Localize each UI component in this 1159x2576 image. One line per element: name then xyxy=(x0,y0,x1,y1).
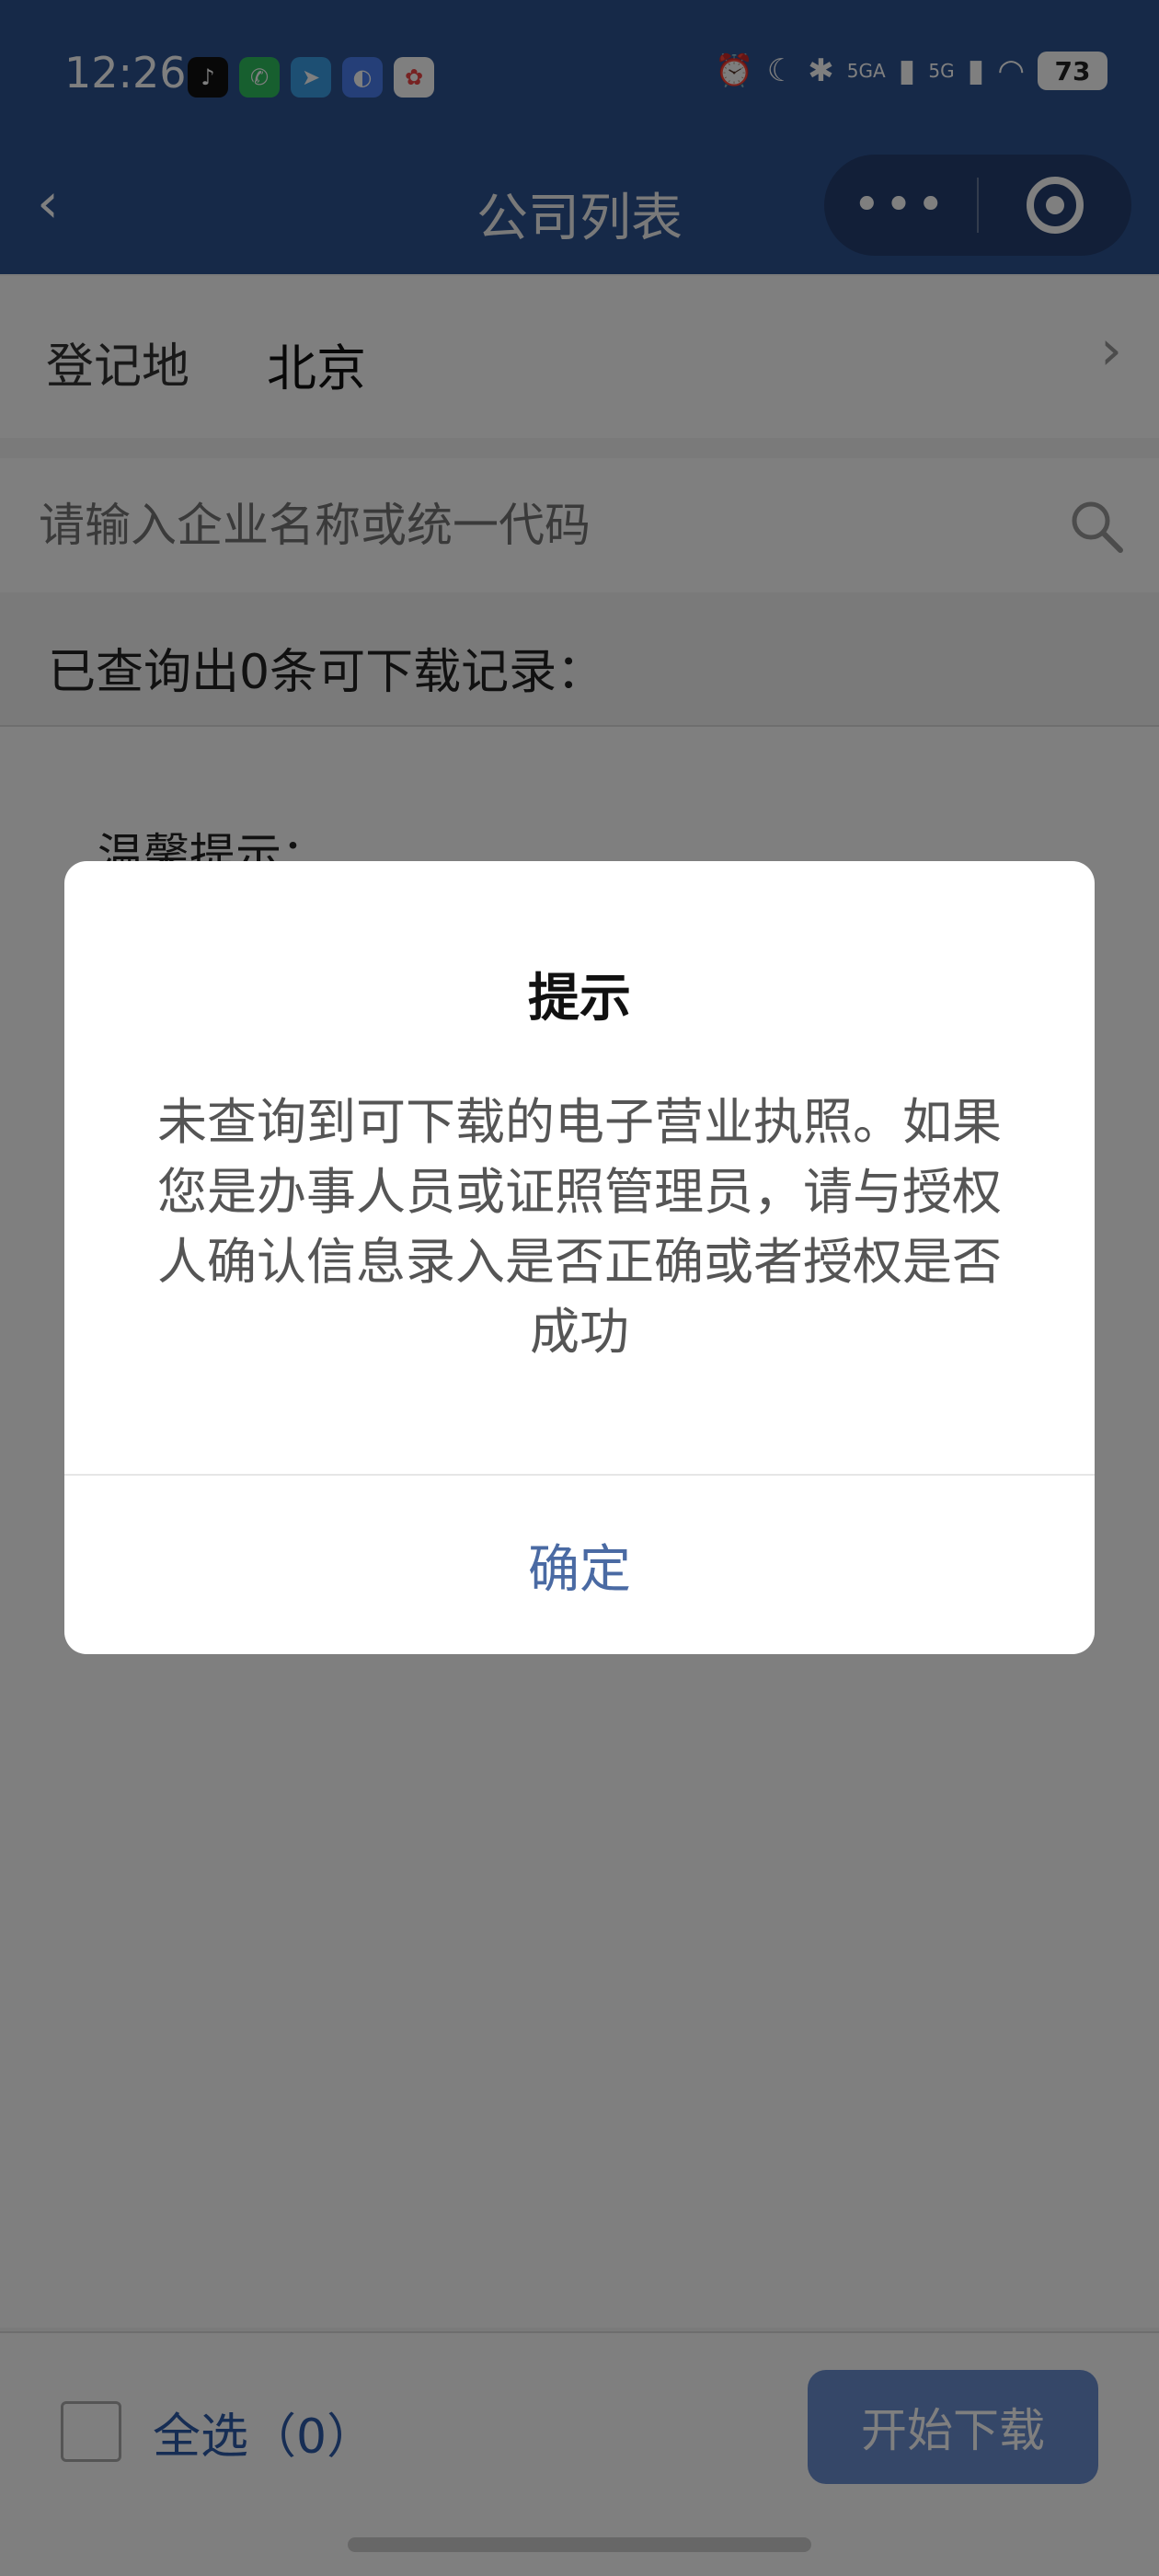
dialog-title: 提示 xyxy=(528,969,631,1029)
dialog-message: 未查询到可下载的电子营业执照。如果您是办事人员或证照管理员，请与授权人确认信息录… xyxy=(157,1093,1002,1361)
alert-dialog: 提示 未查询到可下载的电子营业执照。如果您是办事人员或证照管理员，请与授权人确认… xyxy=(64,861,1095,1654)
confirm-button[interactable]: 确定 xyxy=(64,1476,1095,1654)
